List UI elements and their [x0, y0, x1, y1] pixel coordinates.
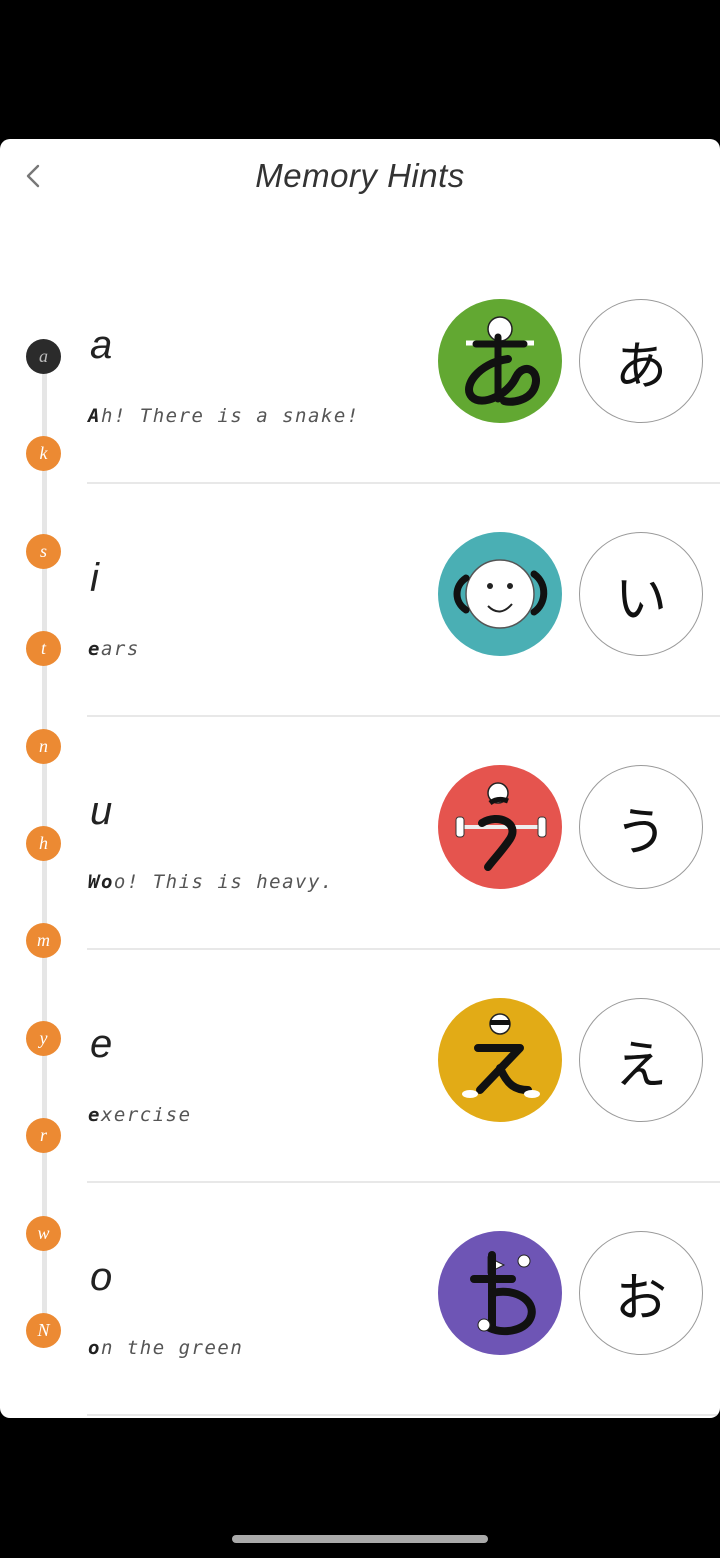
memory-hint-text: ears [88, 638, 140, 660]
list-item[interactable]: a Ah! There is a snake! あ [0, 251, 720, 484]
romaji-label: o [90, 1255, 113, 1299]
list-item[interactable]: i ears い [0, 484, 720, 717]
list-item[interactable]: u Woo! This is heavy. う [0, 717, 720, 950]
memory-hint-text: Ah! There is a snake! [88, 405, 360, 427]
memory-hints-sheet: Memory Hints akstnhmyrwN a Ah! There is … [0, 139, 720, 1418]
row-divider [87, 1414, 720, 1416]
golf-flag-picture [438, 1231, 562, 1355]
memory-hint-text: exercise [88, 1104, 192, 1126]
kana-character: お [579, 1231, 703, 1355]
page-title: Memory Hints [255, 157, 465, 194]
kana-character: い [579, 532, 703, 656]
home-indicator[interactable] [232, 1535, 488, 1543]
man-exercising-picture [438, 998, 562, 1122]
list-item[interactable]: o on the green お [0, 1183, 720, 1416]
romaji-label: i [90, 556, 99, 600]
face-with-ears-picture [438, 532, 562, 656]
memory-hint-text: Woo! This is heavy. [88, 871, 334, 893]
man-lifting-barbell-picture [438, 765, 562, 889]
kana-character: あ [579, 299, 703, 423]
kana-character: う [579, 765, 703, 889]
memory-hint-text: on the green [88, 1337, 244, 1359]
man-with-snake-picture [438, 299, 562, 423]
kana-character: え [579, 998, 703, 1122]
romaji-label: e [90, 1022, 113, 1066]
romaji-label: a [90, 323, 113, 367]
list-item[interactable]: e exercise え [0, 950, 720, 1183]
romaji-label: u [90, 789, 113, 833]
